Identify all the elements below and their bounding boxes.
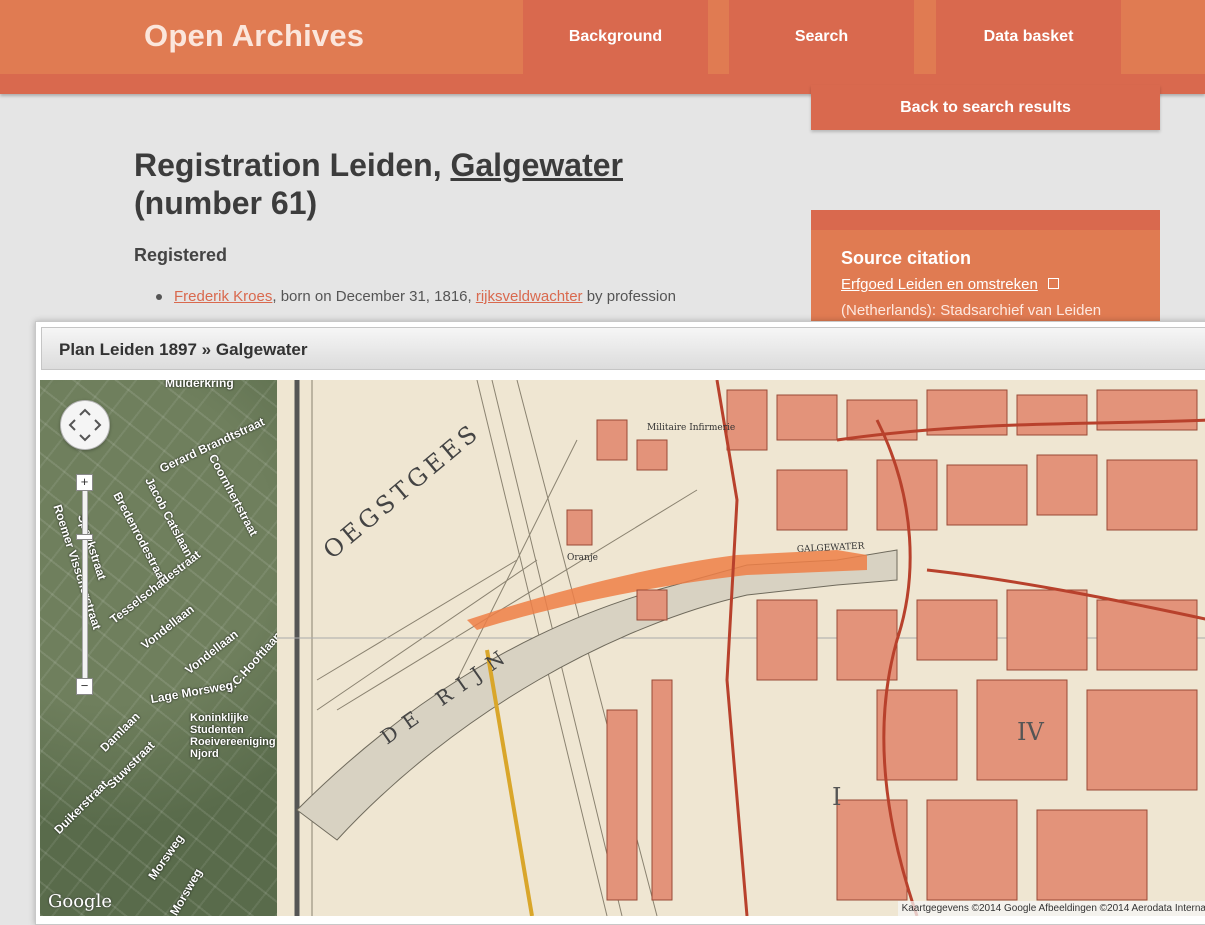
source-archive-org: (Netherlands): Stadsarchief van Leiden bbox=[841, 302, 1102, 319]
map-dialog: Plan Leiden 1897 » Galgewater Mulderkrin… bbox=[35, 321, 1205, 925]
zoom-slider-handle[interactable] bbox=[76, 534, 93, 540]
person-list-item: Frederik Kroes, born on December 31, 181… bbox=[156, 288, 676, 305]
external-link-icon bbox=[1048, 278, 1059, 289]
pan-control[interactable] bbox=[60, 400, 110, 450]
map-canvas[interactable]: Mulderkring Gerard Brandtstraat Coornher… bbox=[40, 380, 1205, 916]
zoom-slider-track[interactable] bbox=[82, 480, 88, 692]
map-label-district-iv: IV bbox=[1017, 718, 1044, 746]
historic-map-overlay: OEGSTGEES DE RIJN GALGEWATER Militaire I… bbox=[277, 380, 1205, 916]
map-label-district-i: I bbox=[832, 783, 841, 811]
site-logo[interactable]: Open Archives bbox=[144, 18, 364, 54]
back-to-search-results-button[interactable]: Back to search results bbox=[811, 85, 1160, 130]
person-name-link[interactable]: Frederik Kroes bbox=[174, 288, 272, 305]
aerial-imagery: Mulderkring Gerard Brandtstraat Coornher… bbox=[40, 380, 285, 916]
nav-search[interactable]: Search bbox=[729, 0, 914, 74]
google-logo: Google bbox=[48, 891, 112, 912]
map-attribution: Kaartgegevens ©2014 Google Afbeeldingen … bbox=[897, 901, 1205, 916]
person-details-end: by profession bbox=[582, 288, 676, 305]
nav-divider bbox=[708, 0, 729, 74]
title-prefix: Registration Leiden, bbox=[134, 147, 451, 183]
street-label: Duikerstraat bbox=[51, 777, 111, 837]
top-navigation-bar: Open Archives Background Search Data bas… bbox=[0, 0, 1205, 94]
street-label: Lage Morsweg bbox=[149, 677, 234, 707]
pan-arrows-icon bbox=[68, 408, 102, 442]
zoom-out-button[interactable]: − bbox=[76, 678, 93, 695]
street-label: Damlaan bbox=[97, 709, 143, 755]
map-label-infirmerie: Militaire Infirmerie bbox=[647, 423, 735, 433]
street-label: Coornhertstraat bbox=[205, 451, 261, 539]
person-details: , born on December 31, 1816, bbox=[272, 288, 476, 305]
street-label: Vondellaan bbox=[138, 602, 197, 652]
street-label: Vondellaan bbox=[182, 627, 241, 677]
title-suffix: (number 61) bbox=[134, 185, 318, 221]
profession-link[interactable]: rijksveldwachter bbox=[476, 288, 583, 305]
street-label: Morsweg bbox=[166, 865, 206, 916]
location-link[interactable]: Galgewater bbox=[450, 147, 623, 183]
zoom-in-button[interactable]: + bbox=[76, 474, 93, 491]
nav-divider bbox=[914, 0, 936, 74]
source-citation-heading: Source citation bbox=[841, 248, 972, 268]
source-archive-link[interactable]: Erfgoed Leiden en omstreken bbox=[841, 276, 1038, 293]
map-label-oranje: Oranje bbox=[567, 553, 598, 563]
street-label: Morsweg bbox=[145, 831, 187, 883]
nav-data-basket[interactable]: Data basket bbox=[936, 0, 1121, 74]
page-title: Registration Leiden, Galgewater (number … bbox=[134, 146, 754, 222]
poi-label: Koninklijke Studenten Roeivereeniging Nj… bbox=[190, 712, 276, 760]
nav-background[interactable]: Background bbox=[523, 0, 708, 74]
section-heading-registered: Registered bbox=[134, 245, 228, 265]
bullet-icon bbox=[156, 294, 162, 301]
map-dialog-header[interactable]: Plan Leiden 1897 » Galgewater bbox=[41, 327, 1205, 370]
map-dialog-title: Plan Leiden 1897 » Galgewater bbox=[59, 340, 308, 359]
street-label: Mulderkring bbox=[165, 380, 234, 390]
nav-divider bbox=[1120, 0, 1205, 74]
